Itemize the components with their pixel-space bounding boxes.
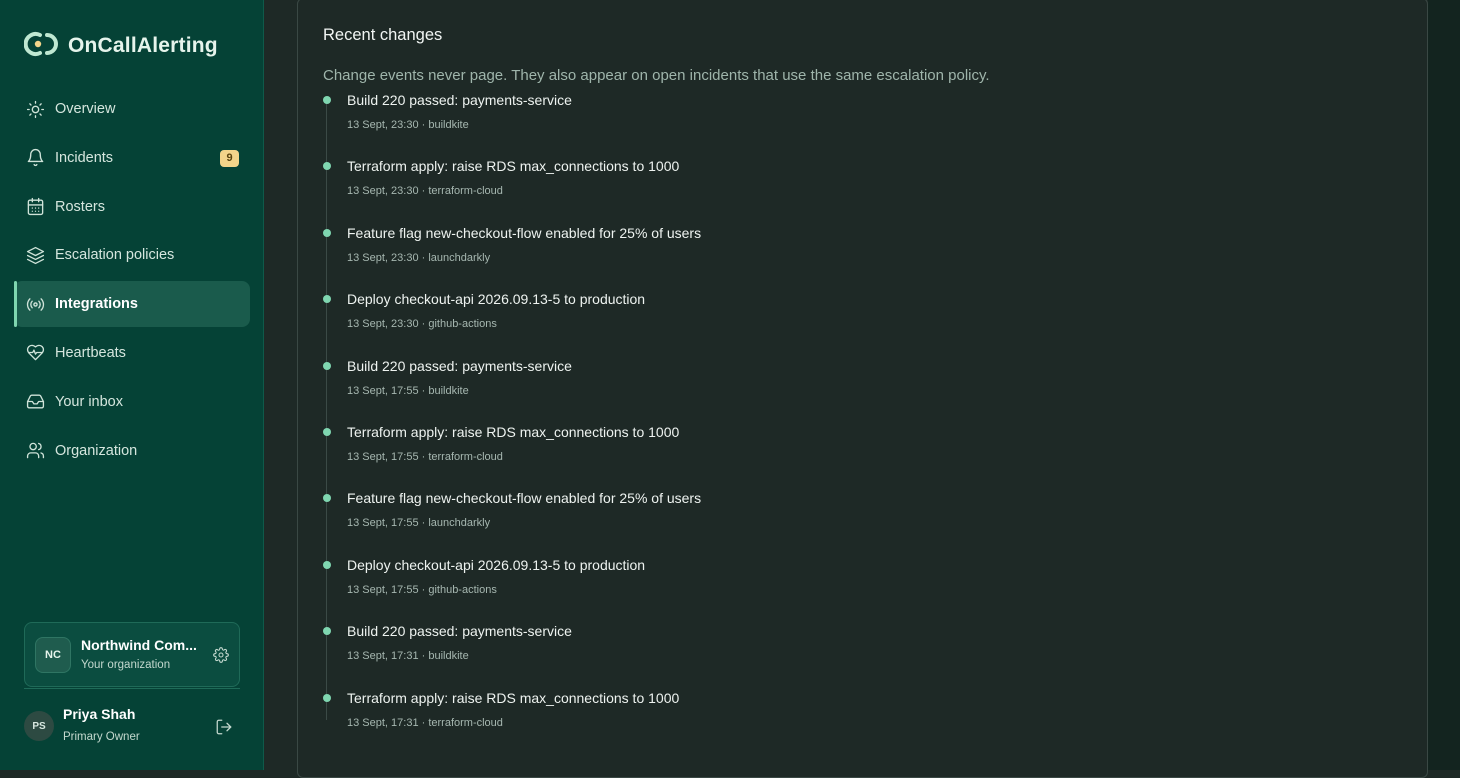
sidebar-item-label: Rosters xyxy=(55,198,105,215)
event-meta: 13 Sept, 17:55 · launchdarkly xyxy=(347,517,491,530)
list-item[interactable]: Deploy checkout-api 2026.09.13-5 to prod… xyxy=(318,555,1218,621)
timeline-dot xyxy=(323,96,331,104)
timeline-dot xyxy=(323,427,331,436)
timeline-dot xyxy=(323,361,331,370)
event-meta: 13 Sept, 23:30 · github-actions xyxy=(347,318,497,331)
sidebar-item-label: Your inbox xyxy=(55,393,123,410)
broadcast-icon xyxy=(25,294,45,314)
list-item[interactable]: Build 220 passed: payments-service 13 Se… xyxy=(318,90,1218,156)
right-gutter xyxy=(1428,0,1460,770)
event-meta: 13 Sept, 17:31 · terraform-cloud xyxy=(347,716,503,729)
event-meta: 13 Sept, 23:30 · launchdarkly xyxy=(347,251,491,264)
sidebar-nav: Overview Incidents 9 Rosters Escalation … xyxy=(14,86,250,476)
panel-description: Change events never page. They also appe… xyxy=(323,67,990,84)
page-title: Recent changes xyxy=(323,26,443,44)
incidents-count-badge: 9 xyxy=(220,149,239,167)
event-meta: 13 Sept, 23:30 · terraform-cloud xyxy=(347,185,503,198)
list-item[interactable]: Terraform apply: raise RDS max_connectio… xyxy=(318,422,1218,488)
sidebar-item-label: Integrations xyxy=(55,296,138,313)
org-switcher[interactable]: NC Northwind Com... Your organization xyxy=(24,622,240,687)
sidebar-item-label: Escalation policies xyxy=(55,247,175,264)
gear-icon[interactable] xyxy=(213,647,229,663)
timeline-dot xyxy=(323,693,331,702)
sidebar-item-heartbeats[interactable]: Heartbeats xyxy=(14,330,250,376)
inbox-icon xyxy=(25,392,45,412)
sidebar-item-label: Overview xyxy=(55,101,116,117)
event-title: Terraform apply: raise RDS max_connectio… xyxy=(347,689,680,706)
user-name: Priya Shah xyxy=(63,706,136,722)
list-item[interactable]: Build 220 passed: payments-service 13 Se… xyxy=(318,621,1218,687)
event-title: Deploy checkout-api 2026.09.13-5 to prod… xyxy=(347,556,646,573)
logout-icon[interactable] xyxy=(215,718,233,736)
heart-pulse-icon xyxy=(25,343,45,363)
event-title: Build 220 passed: payments-service xyxy=(347,357,572,374)
sidebar-item-your-inbox[interactable]: Your inbox xyxy=(14,379,250,425)
event-title: Deploy checkout-api 2026.09.13-5 to prod… xyxy=(347,291,646,308)
event-meta: 13 Sept, 17:55 · github-actions xyxy=(347,583,497,596)
event-title: Feature flag new-checkout-flow enabled f… xyxy=(347,490,702,507)
calendar-icon xyxy=(25,197,45,217)
timeline-dot xyxy=(323,162,331,171)
bell-icon xyxy=(25,148,45,168)
event-title: Feature flag new-checkout-flow enabled f… xyxy=(347,224,702,241)
list-item[interactable]: Feature flag new-checkout-flow enabled f… xyxy=(318,223,1218,289)
list-item[interactable]: Terraform apply: raise RDS max_connectio… xyxy=(318,156,1218,222)
list-item[interactable]: Feature flag new-checkout-flow enabled f… xyxy=(318,488,1218,554)
timeline-dot xyxy=(323,228,331,237)
sidebar-item-label: Heartbeats xyxy=(55,344,126,361)
timeline-dot xyxy=(323,295,331,304)
list-item[interactable]: Build 220 passed: payments-service 13 Se… xyxy=(318,356,1218,422)
logo-icon xyxy=(23,30,58,63)
event-meta: 13 Sept, 23:30 · buildkite xyxy=(347,119,469,131)
brand[interactable]: OnCallAlerting xyxy=(23,30,218,63)
sidebar-item-label: Organization xyxy=(55,442,138,459)
event-meta: 13 Sept, 17:55 · buildkite xyxy=(347,384,469,397)
sidebar-item-label: Incidents xyxy=(55,149,114,166)
event-title: Build 220 passed: payments-service xyxy=(347,623,572,640)
sidebar-item-organization[interactable]: Organization xyxy=(14,428,250,474)
event-title: Terraform apply: raise RDS max_connectio… xyxy=(347,423,680,440)
list-item[interactable]: Terraform apply: raise RDS max_connectio… xyxy=(318,688,1218,754)
org-name: Northwind Com... xyxy=(81,637,197,653)
event-meta: 13 Sept, 17:31 · buildkite xyxy=(347,650,469,663)
sidebar-item-overview[interactable]: Overview xyxy=(14,86,250,132)
sidebar-item-incidents[interactable]: Incidents 9 xyxy=(14,135,250,181)
event-title: Terraform apply: raise RDS max_connectio… xyxy=(347,158,680,175)
layers-icon xyxy=(25,245,45,265)
sun-icon xyxy=(25,99,45,119)
avatar[interactable]: PS xyxy=(24,711,54,741)
change-events-timeline: Build 220 passed: payments-service 13 Se… xyxy=(318,90,1218,754)
sidebar-divider xyxy=(24,688,240,689)
sidebar-item-integrations[interactable]: Integrations xyxy=(14,281,250,328)
sidebar: OnCallAlerting Overview Incidents 9 Rost… xyxy=(0,0,264,770)
app-name: OnCallAlerting xyxy=(68,34,218,57)
timeline-dot xyxy=(323,494,331,503)
user-role: Primary Owner xyxy=(63,731,140,743)
event-title: Build 220 passed: payments-service xyxy=(347,92,572,108)
timeline-dot xyxy=(323,560,331,569)
users-icon xyxy=(25,441,45,461)
sidebar-item-rosters[interactable]: Rosters xyxy=(14,184,250,230)
org-avatar: NC xyxy=(35,637,71,673)
sidebar-item-escalation-policies[interactable]: Escalation policies xyxy=(14,232,250,278)
event-meta: 13 Sept, 17:55 · terraform-cloud xyxy=(347,450,503,463)
list-item[interactable]: Deploy checkout-api 2026.09.13-5 to prod… xyxy=(318,289,1218,355)
timeline-dot xyxy=(323,627,331,636)
org-subtitle: Your organization xyxy=(81,659,171,671)
